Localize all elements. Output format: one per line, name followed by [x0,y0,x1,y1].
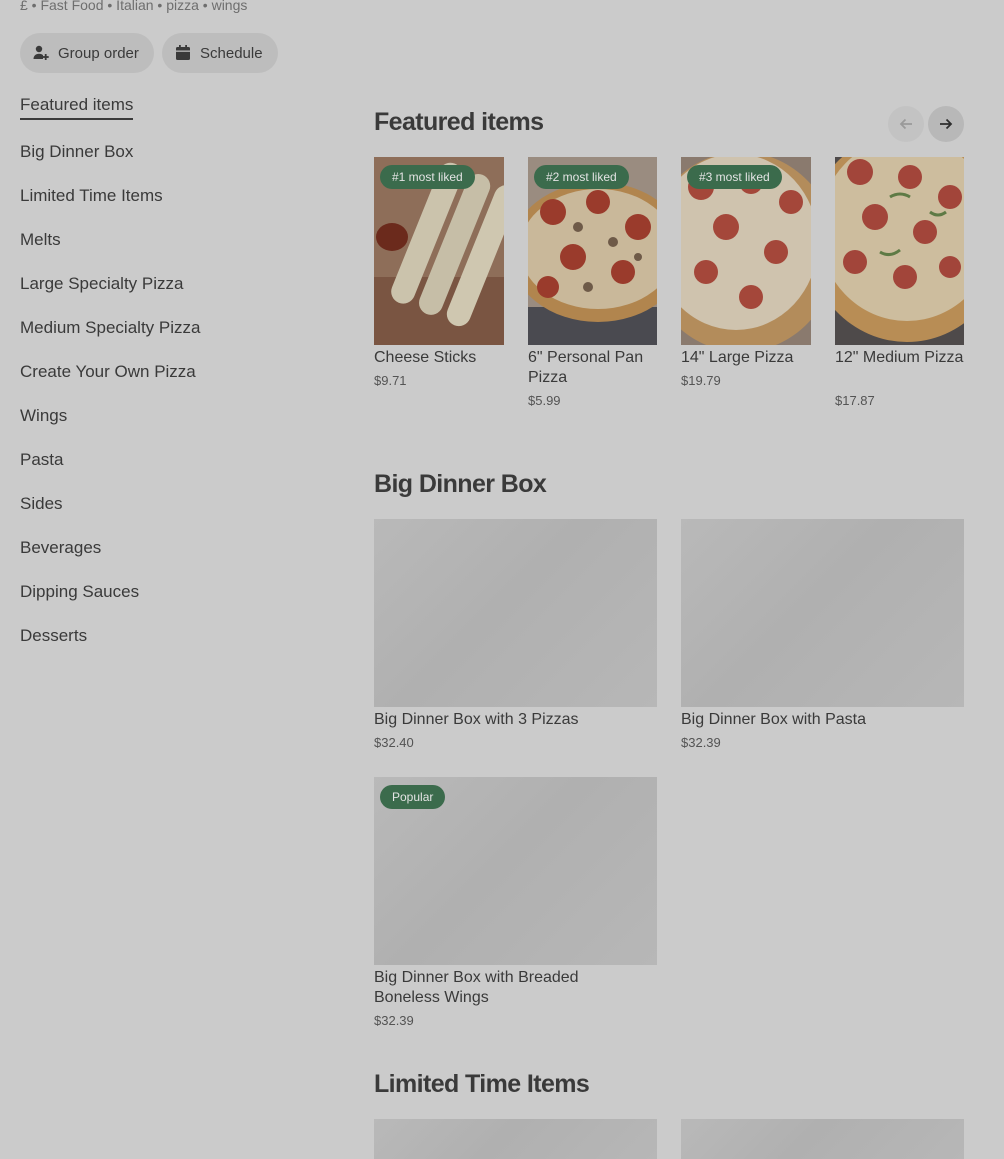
nav-item-featured-items[interactable]: Featured items [20,92,134,120]
nav-item-sides[interactable]: Sides [20,490,63,518]
nav-item-large-specialty-pizza[interactable]: Large Specialty Pizza [20,270,183,298]
nav-item-medium-specialty-pizza[interactable]: Medium Specialty Pizza [20,314,200,342]
nav-item-melts[interactable]: Melts [20,226,61,254]
item-price: $32.39 [374,1013,414,1028]
group-order-button[interactable]: Group order [20,33,154,73]
carousel-prev-button[interactable] [888,106,924,142]
schedule-button[interactable]: Schedule [162,33,278,73]
item-name[interactable]: Cheese Sticks [374,348,504,368]
restaurant-meta: £ • Fast Food • Italian • pizza • wings [20,0,248,13]
item-name[interactable]: 14" Large Pizza [681,348,811,368]
arrow-right-icon [940,118,953,130]
item-price: $9.71 [374,373,407,388]
item-price: $5.99 [528,393,561,408]
limited-time-items-heading: Limited Time Items [374,1070,590,1098]
item-name[interactable]: 12" Medium Pizza [835,348,964,368]
arrow-left-icon [899,118,912,130]
popular-badge: Popular [380,785,446,809]
item-image-placeholder[interactable]: Popular [374,777,657,965]
cheese-sticks-image[interactable]: #1 most liked [374,157,504,345]
item-price: $32.40 [374,735,414,750]
nav-item-limited-time-items[interactable]: Limited Time Items [20,182,163,210]
item-image-placeholder[interactable] [374,1119,657,1159]
nav-item-create-your-own-pizza[interactable]: Create Your Own Pizza [20,358,196,386]
item-image-placeholder[interactable] [374,519,657,707]
item-price: $19.79 [681,373,721,388]
nav-item-big-dinner-box[interactable]: Big Dinner Box [20,138,133,166]
big-dinner-box-heading: Big Dinner Box [374,470,547,498]
rank-badge: #1 most liked [380,165,475,189]
item-price: $17.87 [835,393,875,408]
item-image-placeholder[interactable] [681,1119,964,1159]
item-image-placeholder[interactable] [681,519,964,707]
item-name[interactable]: Big Dinner Box with Breaded Boneless Win… [374,968,604,1008]
medium-pizza-image[interactable] [835,157,964,345]
featured-items-heading: Featured items [374,108,544,136]
nav-item-dipping-sauces[interactable]: Dipping Sauces [20,578,139,606]
carousel-next-button[interactable] [928,106,964,142]
personal-pan-pizza-image[interactable]: #2 most liked [528,157,657,345]
nav-item-wings[interactable]: Wings [20,402,67,430]
add-person-icon [32,44,50,62]
nav-item-beverages[interactable]: Beverages [20,534,101,562]
group-order-label: Group order [58,44,139,62]
item-price: $32.39 [681,735,721,750]
calendar-icon [174,44,192,62]
item-name[interactable]: Big Dinner Box with Pasta [681,710,964,730]
item-name[interactable]: Big Dinner Box with 3 Pizzas [374,710,657,730]
nav-item-desserts[interactable]: Desserts [20,622,87,650]
rank-badge: #2 most liked [534,165,629,189]
large-pizza-image[interactable]: #3 most liked [681,157,811,345]
rank-badge: #3 most liked [687,165,782,189]
item-name[interactable]: 6" Personal Pan Pizza [528,348,657,388]
nav-item-pasta[interactable]: Pasta [20,446,63,474]
schedule-label: Schedule [200,44,263,62]
